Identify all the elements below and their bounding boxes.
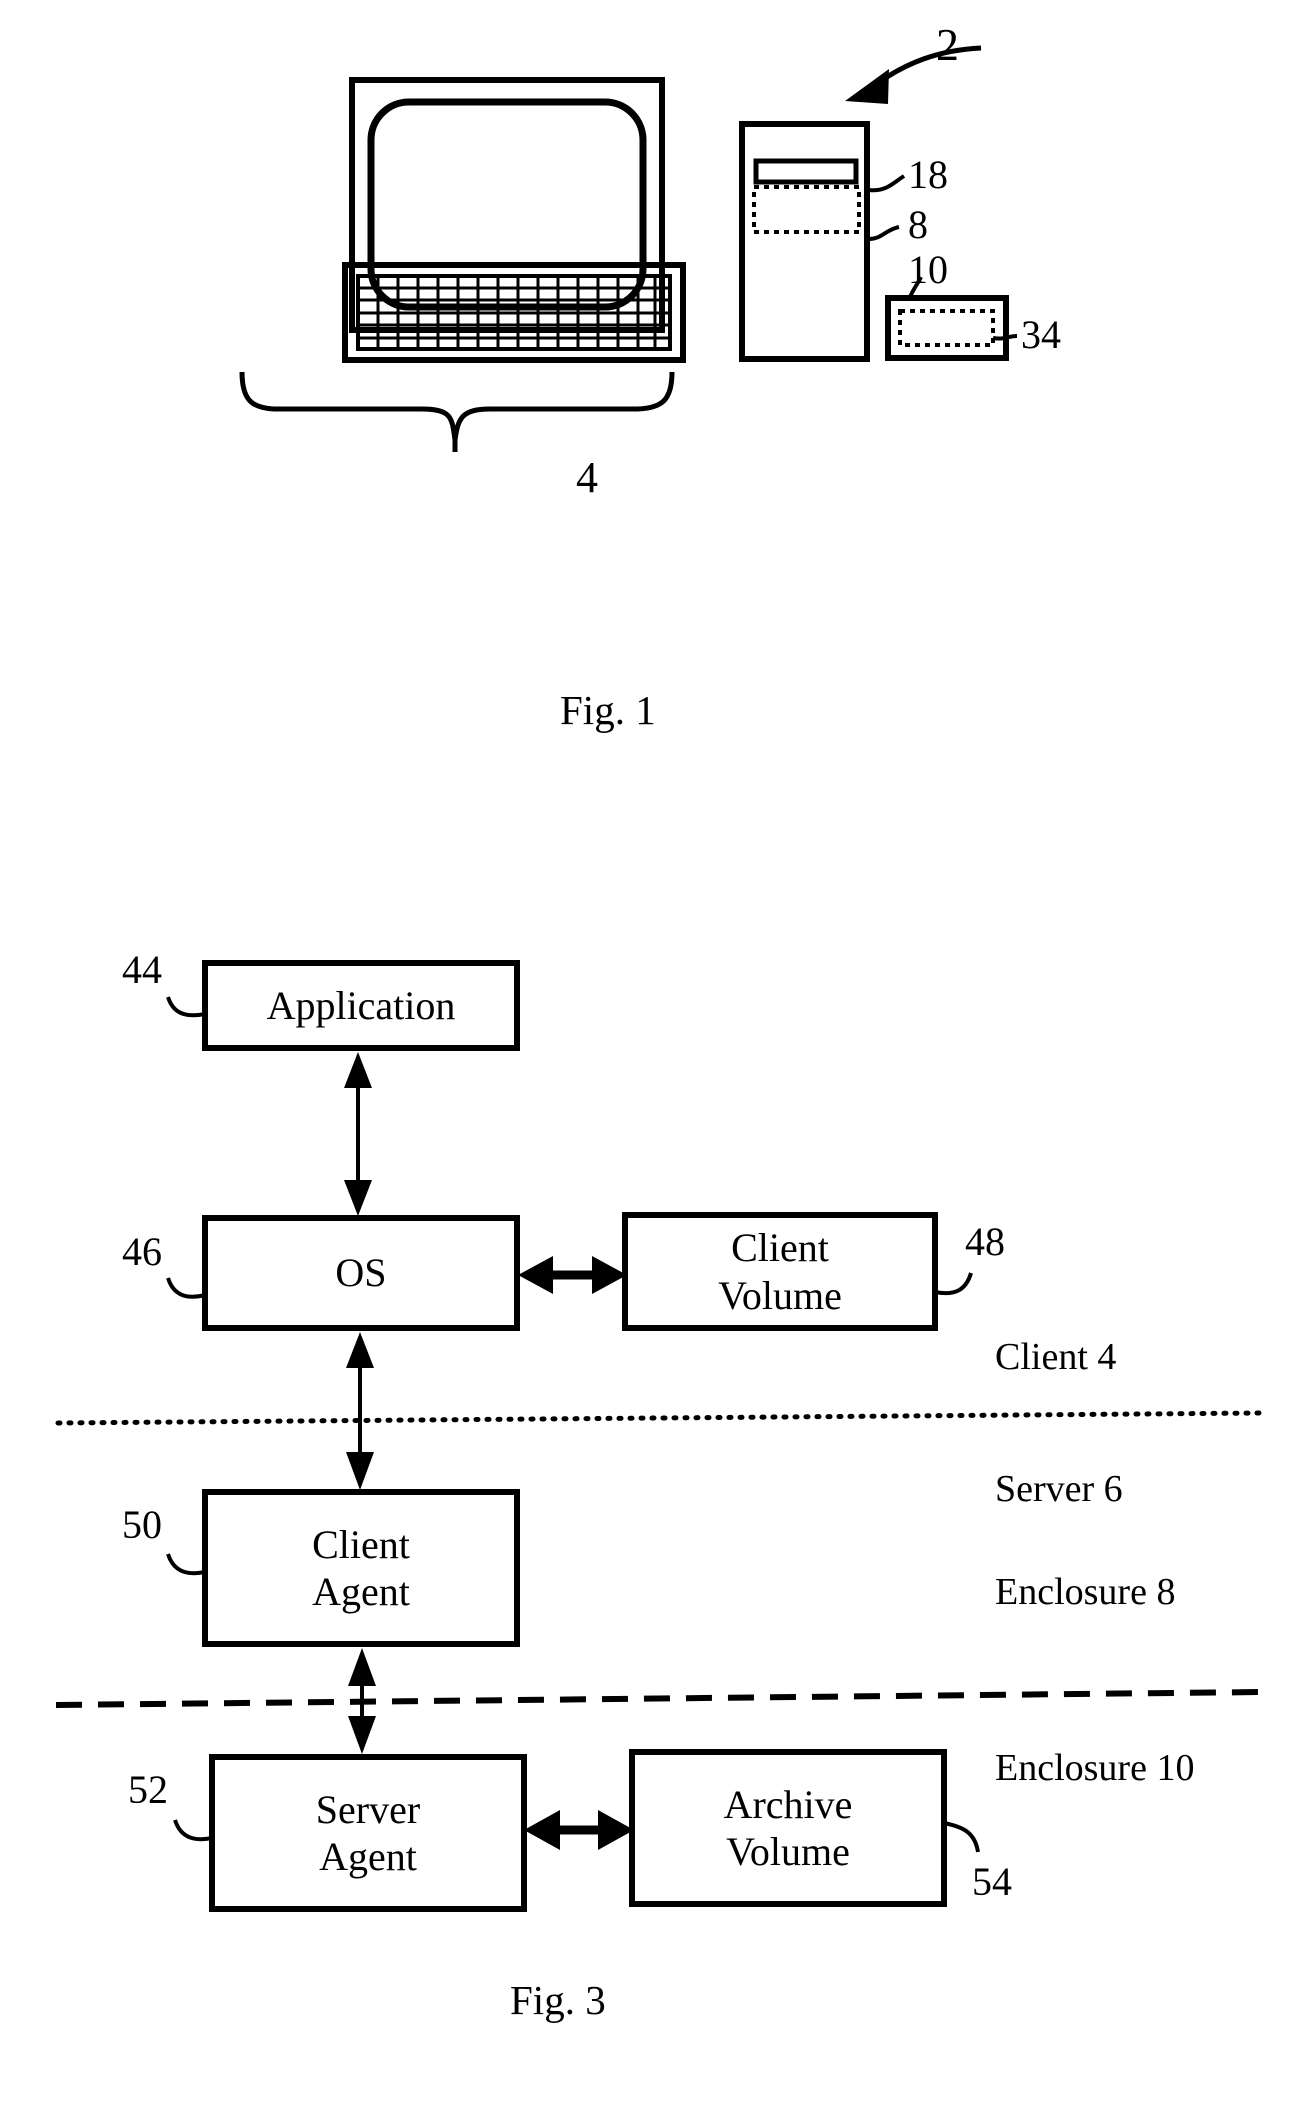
ref-numeral-50: 50 (122, 1502, 162, 1547)
zone-label-enclosure-8: Enclosure 8 (995, 1571, 1176, 1613)
client-volume-line-2: Volume (718, 1272, 842, 1318)
ref-numeral-2: 2 (936, 19, 959, 70)
ref-numeral-54: 54 (972, 1859, 1012, 1904)
leader-52 (173, 1819, 213, 1842)
leader-18 (868, 174, 906, 193)
leader-54 (943, 1821, 980, 1853)
figure-3-caption: Fig. 3 (510, 1977, 606, 2023)
tower-enclosure-icon (739, 121, 870, 362)
figure-1-caption: Fig. 1 (560, 687, 656, 733)
leader-50 (166, 1553, 206, 1576)
client-server-divider (55, 1410, 1263, 1426)
server-agent-line-1: Server (315, 1786, 421, 1832)
archive-volume-line-2: Volume (726, 1829, 850, 1874)
ref-numeral-34: 34 (1021, 312, 1061, 357)
arrow-serveragent-archivevolume (524, 1810, 634, 1850)
leader-8 (868, 225, 900, 241)
keyboard-icon (342, 262, 686, 363)
ref-numeral-48: 48 (965, 1219, 1005, 1264)
ref-numeral-44: 44 (122, 947, 162, 992)
patent-drawing-sheet: 2 18 8 10 34 4 Fig. 1 44 Application 46 … (0, 0, 1316, 2109)
arrow-os-clientagent (346, 1332, 374, 1490)
client-group-brace (239, 371, 675, 452)
system-pointer-arrow (845, 45, 982, 104)
client-volume-label: Client Volume (625, 1215, 935, 1328)
arrow-application-os (344, 1052, 372, 1216)
os-label: OS (205, 1218, 517, 1328)
ref-numeral-10: 10 (908, 247, 948, 292)
zone-label-enclosure-10: Enclosure 10 (995, 1747, 1195, 1789)
application-text: Application (266, 982, 456, 1028)
leader-34 (992, 334, 1018, 341)
os-text: OS (335, 1250, 387, 1296)
leader-44 (166, 996, 206, 1018)
client-agent-label: Client Agent (205, 1492, 517, 1644)
client-agent-line-2: Agent (312, 1569, 410, 1614)
client-volume-line-1: Client (731, 1225, 829, 1271)
zone-label-client: Client 4 (995, 1336, 1117, 1378)
application-label: Application (205, 963, 517, 1048)
leader-48 (934, 1272, 973, 1296)
archive-volume-label: Archive Volume (632, 1752, 944, 1904)
server-agent-label: Server Agent (212, 1757, 524, 1909)
ref-numeral-52: 52 (128, 1767, 168, 1812)
server-agent-line-2: Agent (319, 1834, 417, 1879)
ref-numeral-18: 18 (908, 152, 948, 197)
enclosure-divider (55, 1689, 1263, 1708)
zone-label-server: Server 6 (995, 1468, 1123, 1510)
small-enclosure-icon (885, 295, 1009, 361)
ref-numeral-46: 46 (122, 1229, 162, 1274)
ref-numeral-8: 8 (908, 202, 928, 247)
ref-numeral-4: 4 (576, 453, 598, 502)
client-agent-line-1: Client (312, 1521, 410, 1567)
leader-46 (166, 1277, 206, 1299)
arrow-os-clientvolume (518, 1256, 627, 1294)
archive-volume-line-1: Archive (723, 1781, 853, 1827)
